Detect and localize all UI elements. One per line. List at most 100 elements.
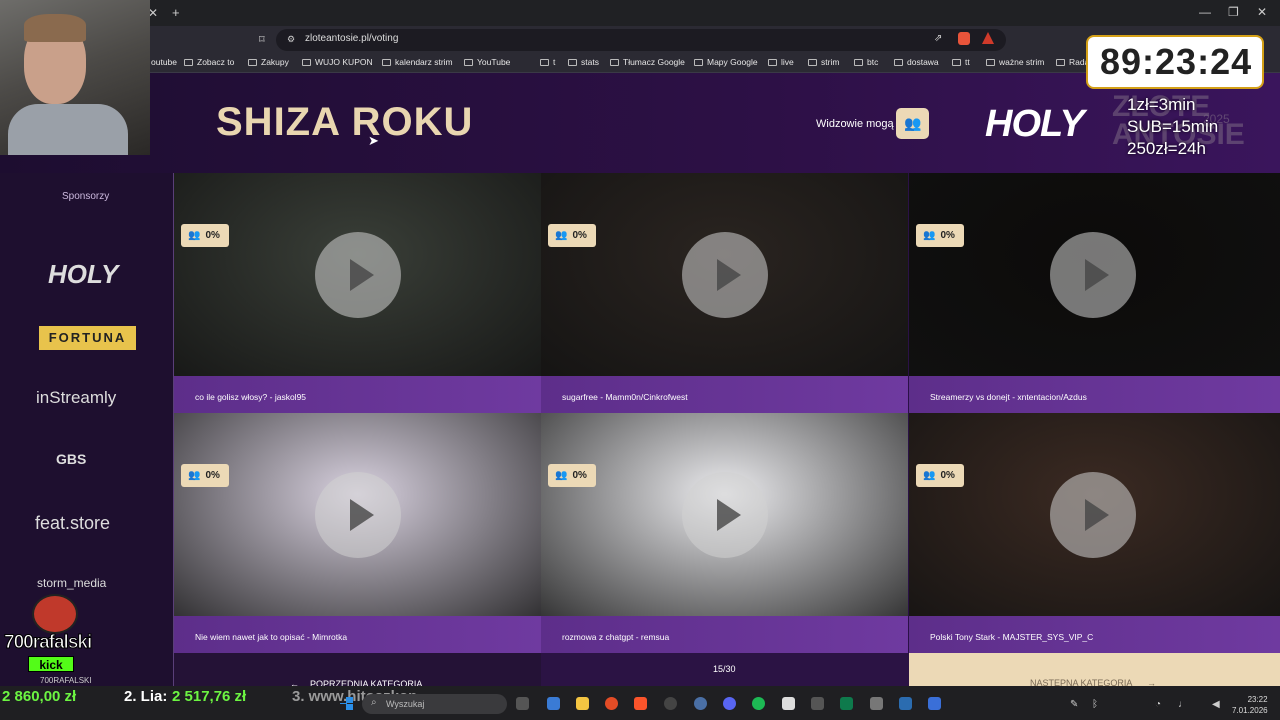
play-icon[interactable] — [1050, 232, 1136, 318]
url-text[interactable]: zloteantosie.pl/voting — [305, 33, 398, 44]
close-window-icon[interactable]: ✕ — [1257, 5, 1267, 19]
previous-category-button[interactable]: ← POPRZEDNIA KATEGORIA — [174, 653, 541, 689]
sponsor-storm-media[interactable]: storm_media — [37, 576, 106, 590]
bookmark-item[interactable]: dostawa — [894, 57, 939, 67]
viewers-can-vote-button[interactable]: 👥 — [896, 108, 929, 139]
bookmark-item[interactable]: live — [768, 57, 794, 67]
bookmark-label: YouTube — [477, 57, 511, 67]
bookmark-item[interactable]: Mapy Google — [694, 57, 758, 67]
sponsor-fortuna[interactable]: FORTUNA — [39, 326, 136, 350]
users-icon: 👥 — [923, 230, 936, 241]
bookmark-icon[interactable]: ⌑ — [259, 33, 265, 46]
play-icon[interactable] — [682, 472, 768, 558]
nominee-card[interactable]: 👥 0% co ile golisz włosy? - jaskol95 — [174, 173, 541, 413]
vote-percent-badge: 👥 0% — [548, 224, 596, 247]
obs-icon[interactable] — [664, 697, 677, 710]
play-icon[interactable] — [682, 232, 768, 318]
folder-icon — [808, 59, 817, 66]
file-explorer-icon[interactable] — [576, 697, 589, 710]
bookmark-item[interactable]: ważne strim — [986, 57, 1044, 67]
app-icon[interactable] — [782, 697, 795, 710]
nominee-card[interactable]: 👥 0% Streamerzy vs donejt - xntentacion/Az… — [909, 173, 1280, 413]
bookmark-item[interactable]: strim — [808, 57, 839, 67]
site-info-icon[interactable]: ⚙ — [287, 34, 295, 45]
brave-icon[interactable] — [634, 697, 647, 710]
wifi-icon[interactable]: ◔ — [1155, 699, 1161, 710]
subathon-timer: 89:23:24 — [1100, 41, 1253, 82]
minimize-icon[interactable]: — — [1199, 5, 1211, 19]
excel-icon[interactable] — [840, 697, 853, 710]
bookmark-label: tt — [965, 57, 970, 67]
play-icon[interactable] — [315, 232, 401, 318]
new-tab-icon[interactable]: + — [172, 5, 180, 20]
mic-icon[interactable]: ♩ — [1178, 699, 1188, 710]
play-icon[interactable] — [315, 472, 401, 558]
users-icon: 👥 — [923, 470, 936, 481]
share-icon[interactable]: ⇗ — [934, 33, 942, 44]
taskbar-clock[interactable]: 23:22 7.01.2026 — [1232, 694, 1268, 716]
bookmark-item[interactable]: Tłumacz Google — [610, 57, 685, 67]
users-icon: 👥 — [555, 230, 568, 241]
folder-icon — [694, 59, 703, 66]
bookmark-label: kalendarz strim — [395, 57, 453, 67]
vote-percent-badge: 👥 0% — [548, 464, 596, 487]
task-view-icon[interactable] — [516, 697, 529, 710]
pen-icon[interactable]: ✎ — [1070, 699, 1078, 710]
vote-percent: 0% — [940, 470, 955, 481]
streamer-mascot-icon — [32, 594, 78, 634]
brave-shield-icon[interactable] — [958, 32, 970, 45]
nominee-card[interactable]: 👥 0% Polski Tony Stark - MAJSTER_SYS_VIP_C — [909, 413, 1280, 653]
app-icon[interactable] — [870, 697, 883, 710]
vote-percent: 0% — [205, 230, 220, 241]
bookmark-item[interactable]: tt — [952, 57, 970, 67]
bookmark-item[interactable]: t — [540, 57, 555, 67]
nominee-caption: Polski Tony Stark - MAJSTER_SYS_VIP_C — [909, 616, 1280, 653]
category-title: SHIZA ROKU — [216, 100, 474, 144]
sidebar-bottom-tag: 700RAFALSKI — [40, 676, 92, 685]
sponsors-sidebar — [0, 173, 174, 687]
discord-icon[interactable] — [723, 697, 736, 710]
clock-date: 7.01.2026 — [1232, 706, 1268, 715]
taskbar-search[interactable] — [362, 694, 507, 714]
app-icon[interactable] — [899, 697, 912, 710]
bookmark-label: t — [553, 57, 556, 67]
nominee-card[interactable]: 👥 0% Nie wiem nawet jak to opisać - Mimrot… — [174, 413, 541, 653]
app-icon[interactable] — [928, 697, 941, 710]
bookmark-label: live — [781, 57, 794, 67]
sponsor-holy[interactable]: HOLY — [48, 259, 118, 290]
bookmark-label: ważne strim — [999, 57, 1045, 67]
volume-icon[interactable]: ◀ — [1212, 699, 1220, 710]
bookmark-item[interactable]: WUJO KUPON — [302, 57, 373, 67]
rate-line: 1zł=3min — [1127, 95, 1196, 114]
spotify-icon[interactable] — [752, 697, 765, 710]
page-indicator: 15/30 — [713, 664, 736, 674]
nominee-card[interactable]: 👥 0% sugarfree - Mamm0n/Cinkrofwest — [541, 173, 908, 413]
bookmark-item[interactable]: outube — [151, 57, 177, 67]
bookmark-item[interactable]: YouTube — [464, 57, 510, 67]
bookmark-item[interactable]: Zakupy — [248, 57, 289, 67]
widgets-icon[interactable] — [547, 697, 560, 710]
bookmark-item[interactable]: stats — [568, 57, 599, 67]
bluetooth-icon[interactable]: ᛒ — [1092, 699, 1098, 710]
chrome-icon[interactable] — [605, 697, 618, 710]
sponsor-feat-store[interactable]: feat.store — [35, 513, 110, 534]
bookmark-item[interactable]: btc — [854, 57, 878, 67]
nominee-card[interactable]: 👥 0% rozmowa z chatgpt - remsua — [541, 413, 908, 653]
nominee-caption: Streamerzy vs donejt - xntentacion/Azdus — [909, 376, 1280, 413]
restore-icon[interactable]: ❐ — [1228, 5, 1239, 19]
play-icon[interactable] — [1050, 472, 1136, 558]
bookmark-item[interactable]: Zobacz to — [184, 57, 234, 67]
bookmark-label: Zakupy — [261, 57, 289, 67]
vote-percent-badge: 👥 0% — [181, 464, 229, 487]
clock-time: 23:22 — [1247, 695, 1268, 704]
webcam-hair — [24, 14, 86, 42]
app-icon[interactable] — [694, 697, 707, 710]
bookmark-label: Tłumacz Google — [623, 57, 685, 67]
sponsor-instreamly[interactable]: inStreamly — [36, 388, 116, 408]
folder-icon — [568, 59, 577, 66]
bookmark-item[interactable]: kalendarz strim — [382, 57, 453, 67]
rate-line: SUB=15min — [1127, 117, 1219, 136]
next-category-button[interactable]: NASTĘPNA KATEGORIA → — [909, 653, 1280, 688]
calculator-icon[interactable] — [811, 697, 824, 710]
sponsor-gbs[interactable]: GBS — [56, 451, 86, 467]
